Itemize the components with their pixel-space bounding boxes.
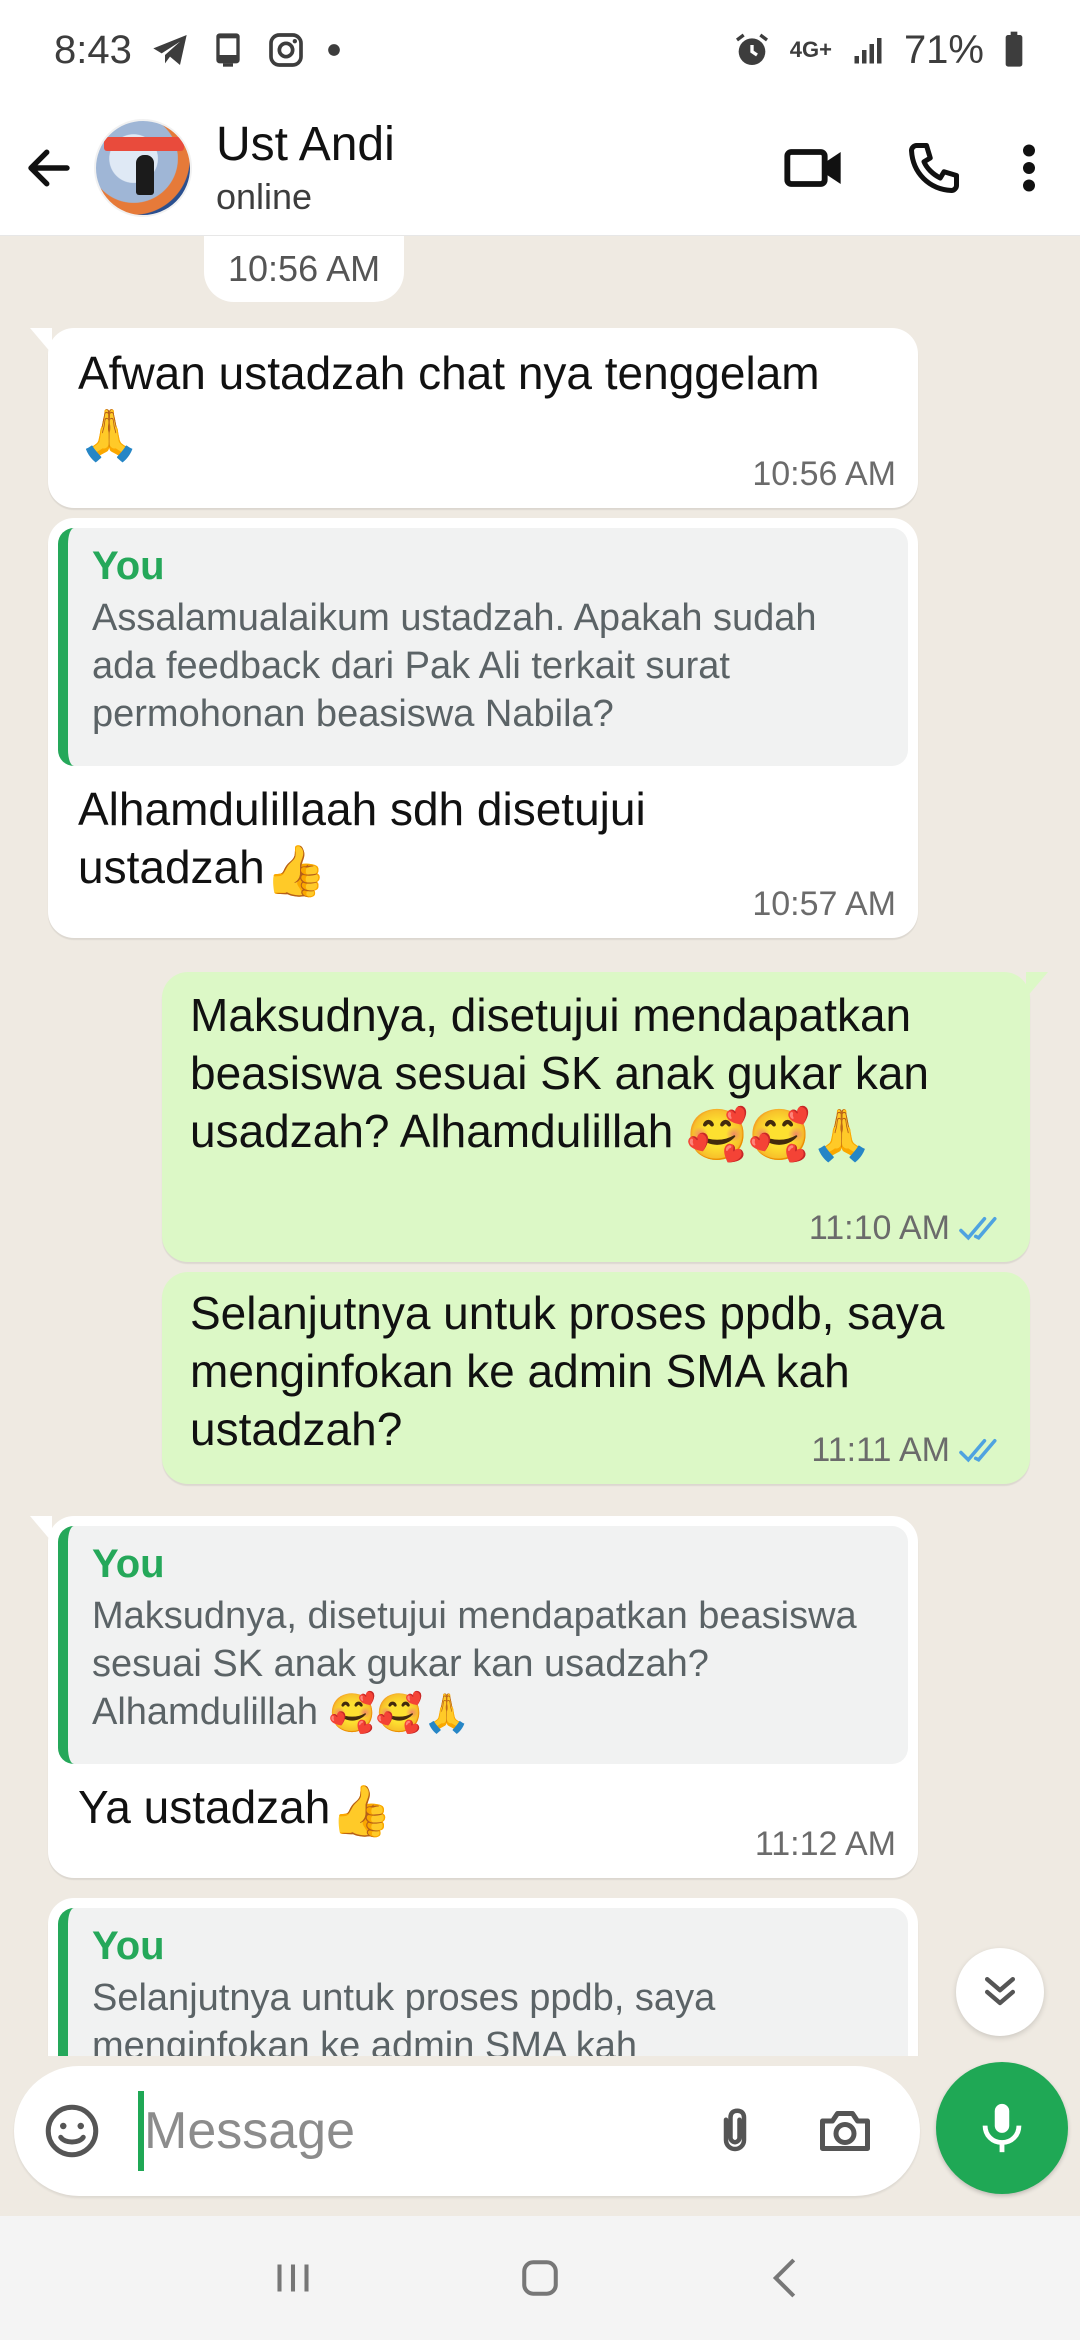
message-bubble-incoming[interactable]: Afwan ustadzah chat nya tenggelam 🙏 10:5…	[30, 328, 918, 508]
arrow-left-icon	[28, 149, 70, 186]
battery-percent: 71%	[903, 27, 984, 72]
chat-area[interactable]: 10:56 AM Afwan ustadzah chat nya tenggel…	[0, 236, 1080, 2056]
smiling-hearts-emoji-icon: 🥰🥰🙏	[328, 1692, 471, 1735]
cast-icon	[208, 30, 248, 70]
contact-avatar[interactable]	[94, 118, 192, 217]
message-time: 11:12 AM	[754, 1825, 896, 1863]
message-composer	[14, 2066, 920, 2196]
microphone-icon	[982, 2103, 1022, 2153]
message-bubble-incoming[interactable]: You Maksudnya, disetujui mendapatkan bea…	[30, 1516, 918, 1878]
network-type: 4G+	[789, 37, 832, 62]
folded-hands-emoji-icon: 🙏	[78, 406, 141, 463]
double-chevron-down-icon	[984, 1976, 1016, 2006]
telegram-icon	[150, 30, 190, 70]
smiling-hearts-emoji-icon: 🥰🥰🙏	[686, 1106, 873, 1163]
video-camera-icon	[784, 148, 841, 187]
quote-author: You	[92, 544, 165, 588]
home-button[interactable]	[480, 2228, 600, 2328]
system-back-button[interactable]	[727, 2228, 847, 2328]
message-text: Ya ustadzah	[78, 1781, 331, 1833]
recent-apps-button[interactable]	[233, 2228, 353, 2328]
quote-author: You	[92, 1924, 165, 1968]
chat-header: Ust Andi online	[0, 100, 1080, 236]
message-text: Selanjutnya untuk proses ppdb, saya meng…	[190, 1287, 945, 1455]
contact-status: online	[216, 175, 313, 217]
message-text: Afwan ustadzah chat nya tenggelam	[78, 347, 820, 399]
quoted-message[interactable]: You Selanjutnya untuk proses ppdb, saya …	[58, 1908, 908, 2056]
message-time: 10:56 AM	[752, 455, 896, 493]
quote-text: Maksudnya, disetujui mendapatkan beasisw…	[92, 1595, 857, 1733]
alarm-icon	[732, 30, 772, 70]
battery-icon	[1002, 30, 1026, 70]
message-time: 11:11 AM	[811, 1431, 1008, 1470]
camera-button[interactable]	[790, 2066, 900, 2196]
status-time: 8:43	[54, 27, 132, 72]
camera-icon	[820, 2111, 870, 2151]
contact-info[interactable]: Ust Andi online	[216, 117, 395, 219]
double-check-read-icon	[959, 1216, 997, 1240]
message-bubble-incoming[interactable]: You Assalamualaikum ustadzah. Apakah sud…	[48, 518, 918, 938]
system-navigation-bar	[0, 2216, 1080, 2340]
attach-button[interactable]	[680, 2066, 790, 2196]
scroll-to-bottom-button[interactable]	[956, 1948, 1044, 2036]
quoted-message[interactable]: You Assalamualaikum ustadzah. Apakah sud…	[58, 528, 908, 766]
recent-apps-icon	[277, 2264, 309, 2292]
message-bubble-outgoing[interactable]: Selanjutnya untuk proses ppdb, saya meng…	[162, 1272, 1030, 1484]
video-call-button[interactable]	[754, 100, 874, 235]
quote-text: Assalamualaikum ustadzah. Apakah sudah a…	[92, 597, 817, 735]
emoji-button[interactable]	[14, 2066, 130, 2196]
status-bar: 8:43 4G+ 71%	[0, 0, 1080, 100]
time-chip: 10:56 AM	[204, 236, 405, 302]
chevron-left-icon	[772, 2258, 795, 2298]
instagram-icon	[266, 30, 306, 70]
double-check-read-icon	[959, 1438, 997, 1462]
more-options-button[interactable]	[994, 100, 1064, 235]
message-time: 10:57 AM	[752, 885, 896, 923]
voice-message-button[interactable]	[936, 2062, 1068, 2194]
message-input[interactable]	[144, 2101, 674, 2161]
quote-text: Selanjutnya untuk proses ppdb, saya meng…	[92, 1977, 716, 2056]
message-bubble-outgoing[interactable]: Maksudnya, disetujui mendapatkan beasisw…	[162, 972, 1048, 1262]
quoted-message[interactable]: You Maksudnya, disetujui mendapatkan bea…	[58, 1526, 908, 1764]
notification-dot-icon	[324, 30, 344, 70]
thumbs-up-emoji-icon: 👍	[330, 1782, 393, 1839]
smiley-icon	[45, 2104, 99, 2158]
paperclip-icon	[723, 2108, 747, 2152]
message-text: Alhamdulillaah sdh disetujui ustadzah	[78, 783, 646, 893]
back-button[interactable]	[4, 100, 94, 235]
home-icon	[522, 2260, 558, 2296]
quote-author: You	[92, 1542, 165, 1586]
composer-bar	[0, 2056, 1080, 2216]
contact-name: Ust Andi	[216, 117, 395, 171]
message-time: 11:10 AM	[809, 1209, 1008, 1248]
voice-call-button[interactable]	[874, 100, 994, 235]
phone-icon	[909, 142, 959, 193]
message-bubble-incoming[interactable]: You Selanjutnya untuk proses ppdb, saya …	[48, 1898, 918, 2056]
signal-icon	[850, 32, 886, 68]
kebab-menu-icon	[1023, 144, 1035, 191]
thumbs-up-emoji-icon: 👍	[264, 842, 327, 899]
